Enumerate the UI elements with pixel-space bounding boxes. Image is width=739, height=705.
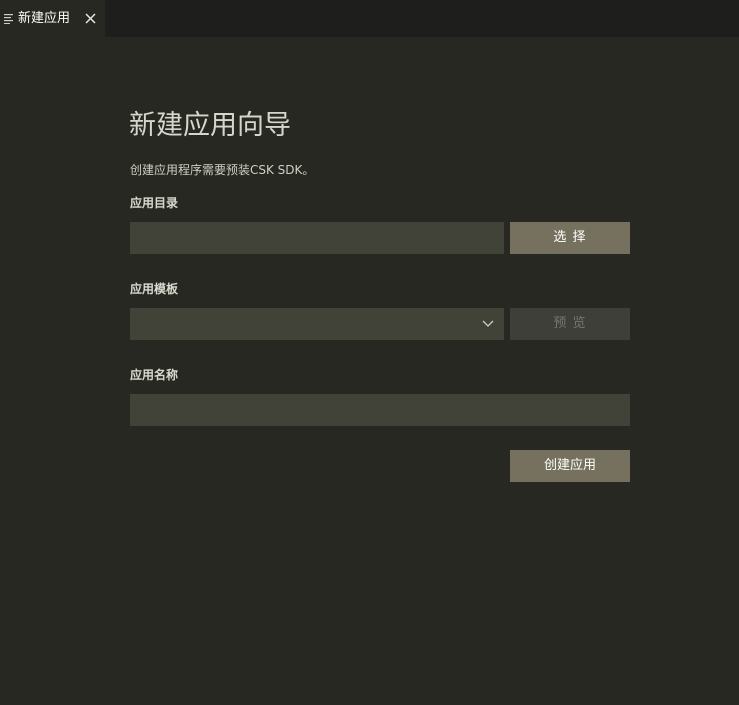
choose-dir-button[interactable]: 选 择	[510, 222, 630, 254]
preview-template-button[interactable]: 预 览	[510, 308, 630, 340]
tab-label: 新建应用	[18, 11, 71, 26]
create-app-button[interactable]: 创建应用	[510, 450, 630, 482]
page-title: 新建应用向导	[129, 110, 291, 141]
wizard-page: 新建应用向导 创建应用程序需要预装CSK SDK。 应用目录 选 择 应用模板 …	[0, 37, 739, 705]
chevron-down-icon	[482, 320, 494, 327]
tab-new-app[interactable]: 新建应用	[0, 0, 105, 37]
app-dir-input[interactable]	[130, 222, 504, 254]
close-icon[interactable]	[85, 13, 96, 24]
app-name-label: 应用名称	[130, 368, 179, 382]
app-template-select[interactable]	[130, 308, 504, 340]
preview-lines-icon	[4, 14, 13, 24]
app-template-label: 应用模板	[130, 282, 179, 296]
page-description: 创建应用程序需要预装CSK SDK。	[130, 163, 315, 177]
tab-bar: 新建应用	[0, 0, 739, 37]
app-dir-label: 应用目录	[130, 196, 179, 210]
app-name-input[interactable]	[130, 394, 630, 426]
